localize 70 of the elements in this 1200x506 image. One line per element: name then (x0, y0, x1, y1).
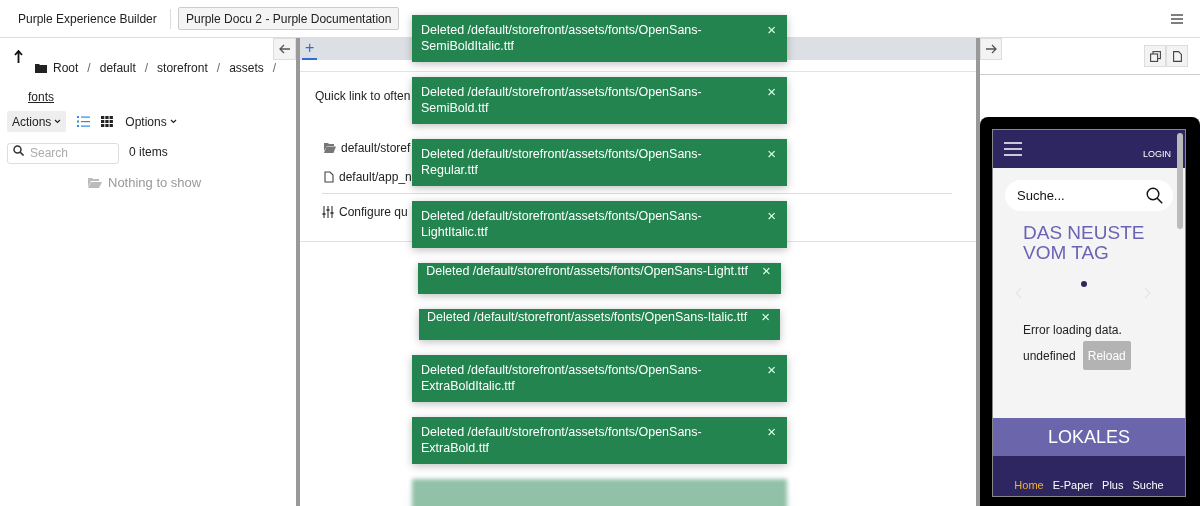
close-button[interactable]: × (761, 309, 771, 324)
project-button[interactable]: Purple Docu 2 - Purple Documentation (178, 7, 400, 30)
caret-icon (169, 119, 177, 124)
breadcrumb-link[interactable]: default (99, 54, 136, 82)
toast-message: Deleted /default/storefront/assets/fonts/OpenSans-SemiBold.ttf (421, 84, 703, 116)
up-arrow-icon[interactable] (14, 50, 23, 63)
arrow-left-icon (278, 44, 291, 54)
collapse-button[interactable] (273, 38, 296, 60)
close-button[interactable]: × (767, 208, 776, 223)
actions-button[interactable]: Actions (7, 111, 67, 132)
folder-icon (324, 142, 336, 153)
empty-message: Nothing to show (108, 174, 202, 192)
file-icon (324, 170, 334, 183)
menu-icon[interactable] (1171, 13, 1183, 24)
duplicate-button[interactable] (1144, 45, 1166, 67)
nav-link[interactable]: E-Paper (1052, 476, 1094, 493)
search-icon (1146, 187, 1163, 204)
folder-icon (88, 177, 102, 188)
grid-view-icon[interactable] (101, 116, 114, 127)
nav-link[interactable]: Suche (1132, 476, 1164, 493)
breadcrumb-separator: / (144, 60, 149, 77)
list-view-icon[interactable] (77, 116, 91, 127)
new-tab-button[interactable]: + (302, 38, 318, 60)
breadcrumb-link[interactable]: assets (229, 54, 264, 82)
nav-link[interactable]: Home (1014, 476, 1044, 493)
toast-message: Deleted /default/storefront/assets/fonts/OpenSans-Regular.ttf (421, 146, 703, 178)
toast-message: Deleted /default/storefront/assets/fonts/OpenSans-Light.ttf (426, 263, 748, 279)
close-button[interactable]: × (767, 84, 776, 99)
carousel-dot-icon[interactable] (1081, 281, 1087, 287)
expand-button[interactable] (980, 38, 1002, 60)
search-field[interactable]: Suche... (1005, 180, 1173, 211)
headline: DAS NEUSTE VOM TAG (1023, 223, 1146, 263)
search-field[interactable]: Search (7, 142, 119, 164)
error-detail: undefined (1023, 347, 1076, 365)
toast-message: Deleted /default/storefront/assets/fonts/OpenSans-Italic.ttf (426, 309, 748, 325)
page-button[interactable] (1166, 45, 1188, 67)
close-button[interactable]: × (767, 362, 776, 377)
toast-message: Deleted /default/storefront/assets/fonts/OpenSans-SemiBoldItalic.ttf (421, 22, 703, 54)
quick-link[interactable]: default/app_n (339, 167, 412, 186)
breadcrumb-separator: / (272, 60, 277, 77)
breadcrumb-link[interactable]: storefront (157, 54, 208, 82)
caret-icon (54, 119, 62, 124)
error-message: Error loading data. (1023, 322, 1123, 339)
close-button[interactable]: × (761, 263, 771, 278)
breadcrumb-separator: / (216, 60, 221, 77)
breadcrumb-current[interactable]: fonts (28, 83, 289, 111)
toast-message: Deleted /default/storefront/assets/fonts/OpenSans-LightItalic.ttf (421, 208, 703, 240)
arrow-right-icon (985, 44, 997, 54)
close-button[interactable]: × (767, 146, 776, 161)
item-count: 0 items (129, 144, 168, 161)
breadcrumb-link[interactable]: Root (53, 54, 79, 82)
close-button[interactable]: × (767, 22, 776, 37)
toast-message: Deleted /default/storefront/assets/fonts/OpenSans-ExtraBold.ttf (421, 424, 703, 456)
options-button[interactable]: Options (123, 111, 179, 132)
sliders-icon (322, 206, 334, 218)
app-title: Purple Experience Builder (18, 10, 158, 28)
section-banner: LOKALES (993, 418, 1185, 456)
quick-link[interactable]: default/storef (341, 138, 411, 157)
folder-icon (35, 63, 47, 73)
quick-link-intro: Quick link to often (315, 88, 411, 105)
breadcrumb-separator: / (87, 60, 91, 77)
scrollbar-thumb[interactable] (1177, 133, 1183, 229)
login-link[interactable]: LOGIN (1143, 148, 1171, 162)
configure-link[interactable]: Configure qu (339, 203, 408, 221)
file-icon (1172, 50, 1182, 62)
close-button[interactable]: × (767, 424, 776, 439)
search-icon (13, 145, 24, 156)
copy-icon (1149, 50, 1161, 62)
toast-message: Deleted /default/storefront/assets/fonts/OpenSans-ExtraBoldItalic.ttf (421, 362, 703, 394)
nav-link[interactable]: Plus (1102, 476, 1124, 493)
